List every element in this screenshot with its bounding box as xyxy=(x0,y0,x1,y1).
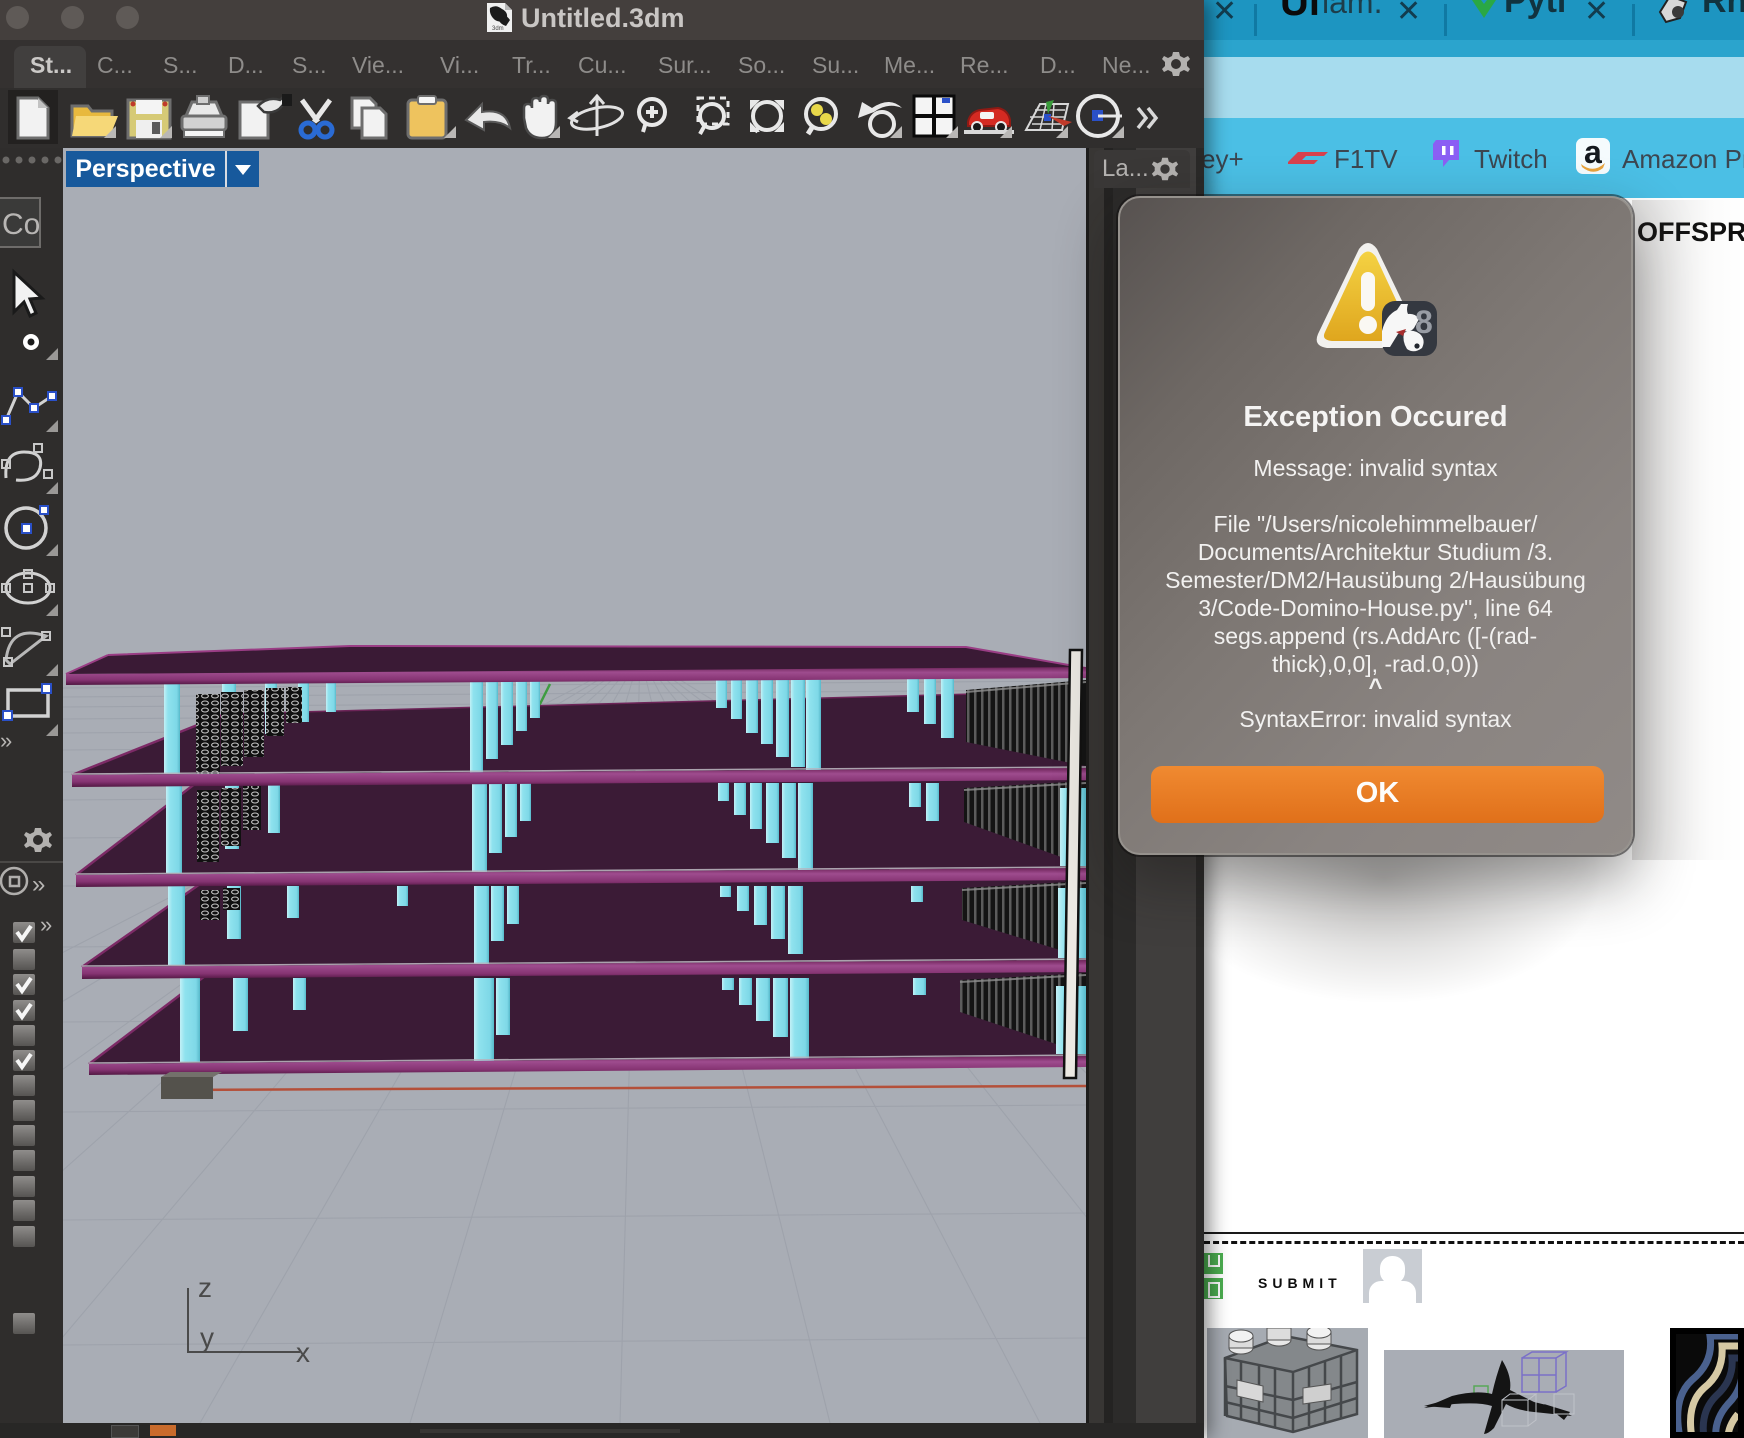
svg-text:y: y xyxy=(200,1322,214,1353)
svg-text:»: » xyxy=(0,728,12,753)
svg-text:z: z xyxy=(198,1272,212,1303)
svg-text:Co: Co xyxy=(2,208,40,241)
svg-text:x: x xyxy=(296,1337,310,1368)
svg-text:8: 8 xyxy=(1415,304,1433,340)
svg-text:3dm: 3dm xyxy=(492,26,504,32)
svg-text:»: » xyxy=(32,871,45,898)
